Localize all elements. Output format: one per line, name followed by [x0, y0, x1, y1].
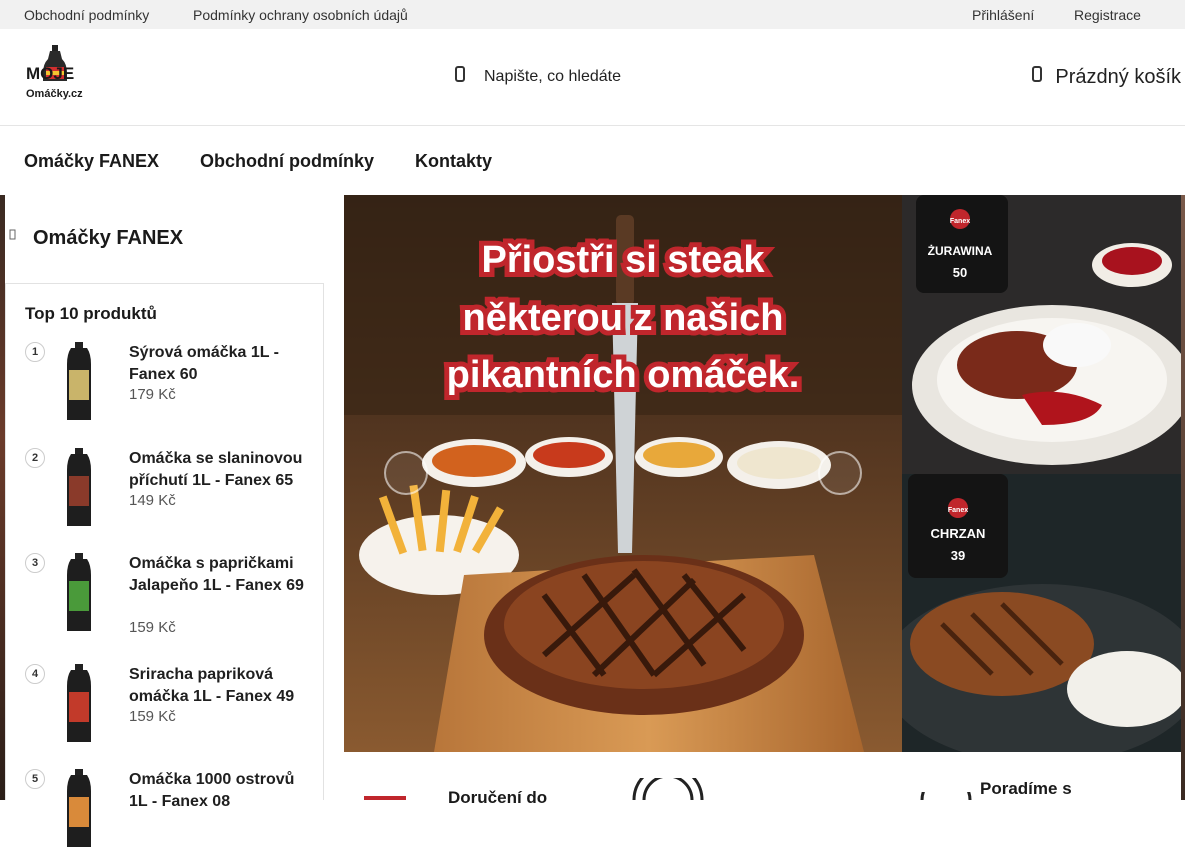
- product-price: 149 Kč: [129, 492, 176, 509]
- nav-item-kontakty[interactable]: Kontakty: [415, 151, 492, 172]
- search-input[interactable]: Napište, co hledáte: [484, 68, 621, 86]
- product-name[interactable]: Omáčka 1000 ostrovů 1L - Fanex 08: [129, 769, 309, 813]
- link-privacy[interactable]: Podmínky ochrany osobních údajů: [193, 7, 408, 23]
- nav-item-omacky-fanex[interactable]: Omáčky FANEX: [24, 151, 159, 172]
- chevron-left-icon[interactable]: [9, 229, 17, 244]
- sidebar: Omáčky FANEX Top 10 produktů 1 Sýrová om…: [5, 195, 324, 847]
- product-item[interactable]: 2 Omáčka se slaninovou příchutí 1L - Fan…: [25, 448, 315, 538]
- carousel-prev-button[interactable]: [384, 451, 428, 495]
- cart-label: Prázdný košík: [1055, 65, 1181, 88]
- site-header: MOJE Omáčky.cz Napište, co hledáte Prázd…: [0, 29, 1185, 126]
- product-name[interactable]: Omáčka s papričkami Jalapeňo 1L - Fanex …: [129, 553, 309, 597]
- product-name[interactable]: Omáčka se slaninovou příchutí 1L - Fanex…: [129, 448, 309, 492]
- top-utility-bar: Obchodní podmínky Podmínky ochrany osobn…: [0, 0, 1185, 29]
- features-strip: Doručení do Poradíme s: [344, 752, 1181, 807]
- hero-banner[interactable]: Přiostři si steak některou z našich pika…: [344, 195, 902, 752]
- background-edge-right: [1181, 195, 1185, 800]
- banner-headline-line-3: pikantních omáček.: [447, 354, 800, 396]
- banner-headline-line-1: Přiostři si steak: [481, 239, 765, 281]
- banner-headline-line-2: některou z našich: [463, 297, 784, 339]
- carousel-next-button[interactable]: [818, 451, 862, 495]
- main-nav: Omáčky FANEX Obchodní podmínky Kontakty: [0, 127, 1185, 195]
- product-item[interactable]: 1 Sýrová omáčka 1L - Fanex 60 179 Kč: [25, 342, 315, 432]
- quality-icon: [632, 778, 704, 800]
- jar-brand-label: Fanex: [948, 507, 968, 514]
- delivery-icon: [364, 796, 406, 800]
- product-name[interactable]: Sýrová omáčka 1L - Fanex 60: [129, 342, 309, 386]
- jar-product-label: CHRZAN: [931, 526, 986, 541]
- product-rank: 3: [25, 553, 45, 573]
- product-image[interactable]: [53, 769, 105, 849]
- product-rank: 2: [25, 448, 45, 468]
- top-products-title: Top 10 produktů: [25, 304, 157, 323]
- site-logo[interactable]: MOJE Omáčky.cz: [24, 45, 90, 101]
- product-item[interactable]: 3 Omáčka s papričkami Jalapeňo 1L - Fane…: [25, 553, 315, 663]
- sidebar-category-title[interactable]: Omáčky FANEX: [33, 227, 183, 250]
- search-icon[interactable]: [452, 65, 470, 90]
- product-image[interactable]: [53, 342, 105, 422]
- register-link[interactable]: Registrace: [1074, 7, 1141, 23]
- jar-number-label: 39: [951, 548, 965, 563]
- product-image[interactable]: [53, 664, 105, 744]
- product-item[interactable]: 4 Sriracha papriková omáčka 1L - Fanex 4…: [25, 664, 315, 754]
- logo-text-bottom: Omáčky.cz: [26, 88, 83, 100]
- cart-icon: [1031, 64, 1045, 90]
- search-bar[interactable]: Napište, co hledáte: [452, 63, 621, 91]
- promo-image-zurawina[interactable]: Fanex ŻURAWINA 50: [902, 195, 1181, 474]
- logo-text-top: MOJE: [26, 64, 74, 83]
- advice-icon: [920, 792, 972, 800]
- feature-advice: Poradíme s: [980, 779, 1072, 798]
- sidebar-category[interactable]: Omáčky FANEX: [5, 195, 324, 283]
- top-products-panel: Top 10 produktů 1 Sýrová omáčka 1L - Fan…: [5, 283, 324, 847]
- product-image[interactable]: [53, 553, 105, 633]
- nav-item-obchodni-podminky[interactable]: Obchodní podmínky: [200, 151, 374, 172]
- cart-button[interactable]: Prázdný košík: [1031, 63, 1181, 91]
- product-item[interactable]: 5 Omáčka 1000 ostrovů 1L - Fanex 08: [25, 769, 315, 847]
- link-terms[interactable]: Obchodní podmínky: [24, 7, 149, 23]
- product-price: 179 Kč: [129, 386, 176, 403]
- jar-number-label: 50: [953, 265, 967, 280]
- jar-brand-label: Fanex: [950, 218, 970, 225]
- jar-product-label: ŻURAWINA: [928, 243, 993, 258]
- product-price: 159 Kč: [129, 619, 176, 636]
- login-link[interactable]: Přihlášení: [972, 7, 1034, 23]
- product-rank: 1: [25, 342, 45, 362]
- product-name[interactable]: Sriracha papriková omáčka 1L - Fanex 49: [129, 664, 309, 708]
- product-rank: 5: [25, 769, 45, 789]
- promo-image-chrzan[interactable]: Fanex CHRZAN 39: [902, 474, 1181, 752]
- product-image[interactable]: [53, 448, 105, 528]
- product-rank: 4: [25, 664, 45, 684]
- feature-delivery: Doručení do: [448, 788, 548, 807]
- product-price: 159 Kč: [129, 708, 176, 725]
